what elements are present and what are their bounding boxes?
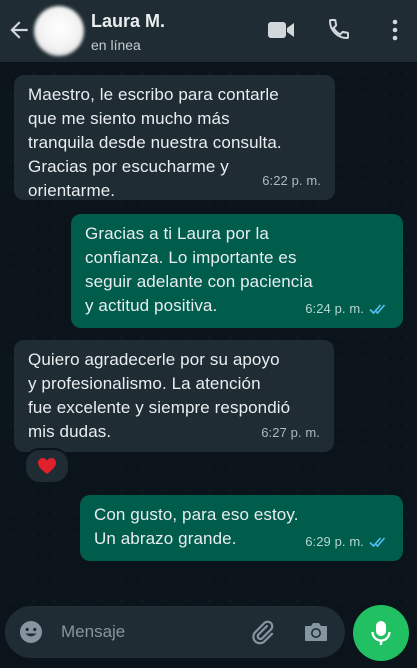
contact-status: en línea (91, 37, 141, 53)
message-meta: 6:29 p. m. (305, 530, 389, 554)
avatar[interactable] (34, 6, 84, 56)
message-composer[interactable]: Mensaje (5, 606, 345, 658)
phone-icon[interactable] (327, 17, 351, 41)
message-bubble-outgoing[interactable]: Gracias a ti Laura por la confianza. Lo … (71, 214, 403, 328)
message-bubble-outgoing[interactable]: Con gusto, para eso estoy. Un abrazo gra… (80, 495, 403, 561)
emoji-icon[interactable] (19, 620, 43, 644)
video-call-icon[interactable] (266, 18, 296, 42)
chat-header: Laura M. en línea (0, 0, 417, 62)
message-bubble-incoming[interactable]: Quiero agradecerle por su apoyo y profes… (14, 340, 334, 452)
message-time: 6:29 p. m. (305, 534, 364, 549)
voice-record-button[interactable] (353, 605, 409, 661)
message-input[interactable]: Mensaje (61, 622, 125, 642)
message-meta: 6:27 p. m. (261, 421, 320, 445)
message-time: 6:24 p. m. (305, 301, 364, 316)
heart-icon (38, 458, 56, 474)
message-reaction[interactable] (24, 448, 70, 484)
camera-icon[interactable] (303, 620, 329, 644)
message-bubble-incoming[interactable]: Maestro, le escribo para contarle que me… (14, 75, 335, 200)
message-meta: 6:22 p. m. (262, 169, 321, 193)
double-check-icon (369, 304, 386, 315)
mic-icon (371, 621, 391, 645)
contact-name[interactable]: Laura M. (91, 11, 165, 32)
message-time: 6:22 p. m. (262, 173, 321, 188)
attach-icon[interactable] (250, 619, 276, 645)
back-arrow-icon[interactable] (6, 17, 32, 43)
more-vert-icon[interactable] (385, 17, 405, 43)
double-check-icon (369, 537, 386, 548)
message-meta: 6:24 p. m. (305, 297, 389, 321)
message-time: 6:27 p. m. (261, 425, 320, 440)
